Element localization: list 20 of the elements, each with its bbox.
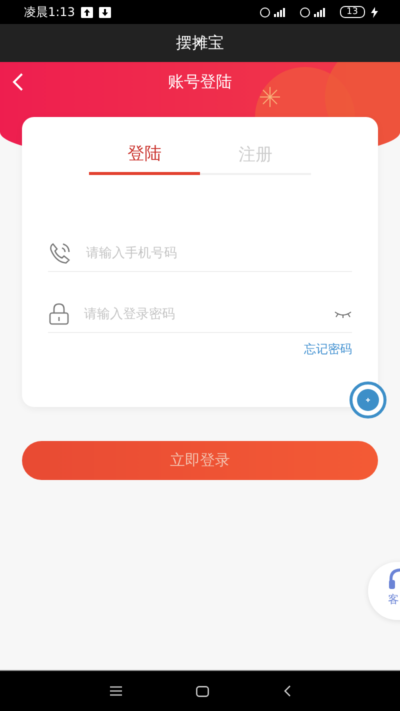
login-button[interactable]: 立即登录 — [22, 441, 378, 480]
forgot-password-link[interactable]: 忘记密码 — [304, 341, 352, 358]
password-field[interactable]: 请输入登录密码 — [82, 306, 322, 322]
charging-icon — [371, 6, 378, 18]
app-title: 摆摊宝 — [176, 32, 224, 54]
phone-field[interactable]: 请输入手机号码 — [84, 244, 352, 262]
eye-closed-icon[interactable] — [334, 310, 352, 318]
page-title: 账号登陆 — [167, 72, 233, 92]
home-icon[interactable] — [196, 686, 208, 696]
menu-icon[interactable] — [110, 686, 122, 696]
battery-level: 13 — [340, 6, 365, 18]
phone-icon — [48, 242, 72, 264]
download-icon — [98, 6, 111, 18]
status-time: 凌晨1:13 — [24, 4, 75, 20]
upload-icon — [80, 6, 93, 18]
lock-icon — [48, 303, 70, 325]
customer-service-button[interactable]: 客 — [368, 562, 400, 620]
floating-assist-icon[interactable] — [349, 381, 387, 419]
back-icon[interactable] — [282, 685, 290, 697]
tab[interactable]: 登陆 — [89, 135, 200, 175]
